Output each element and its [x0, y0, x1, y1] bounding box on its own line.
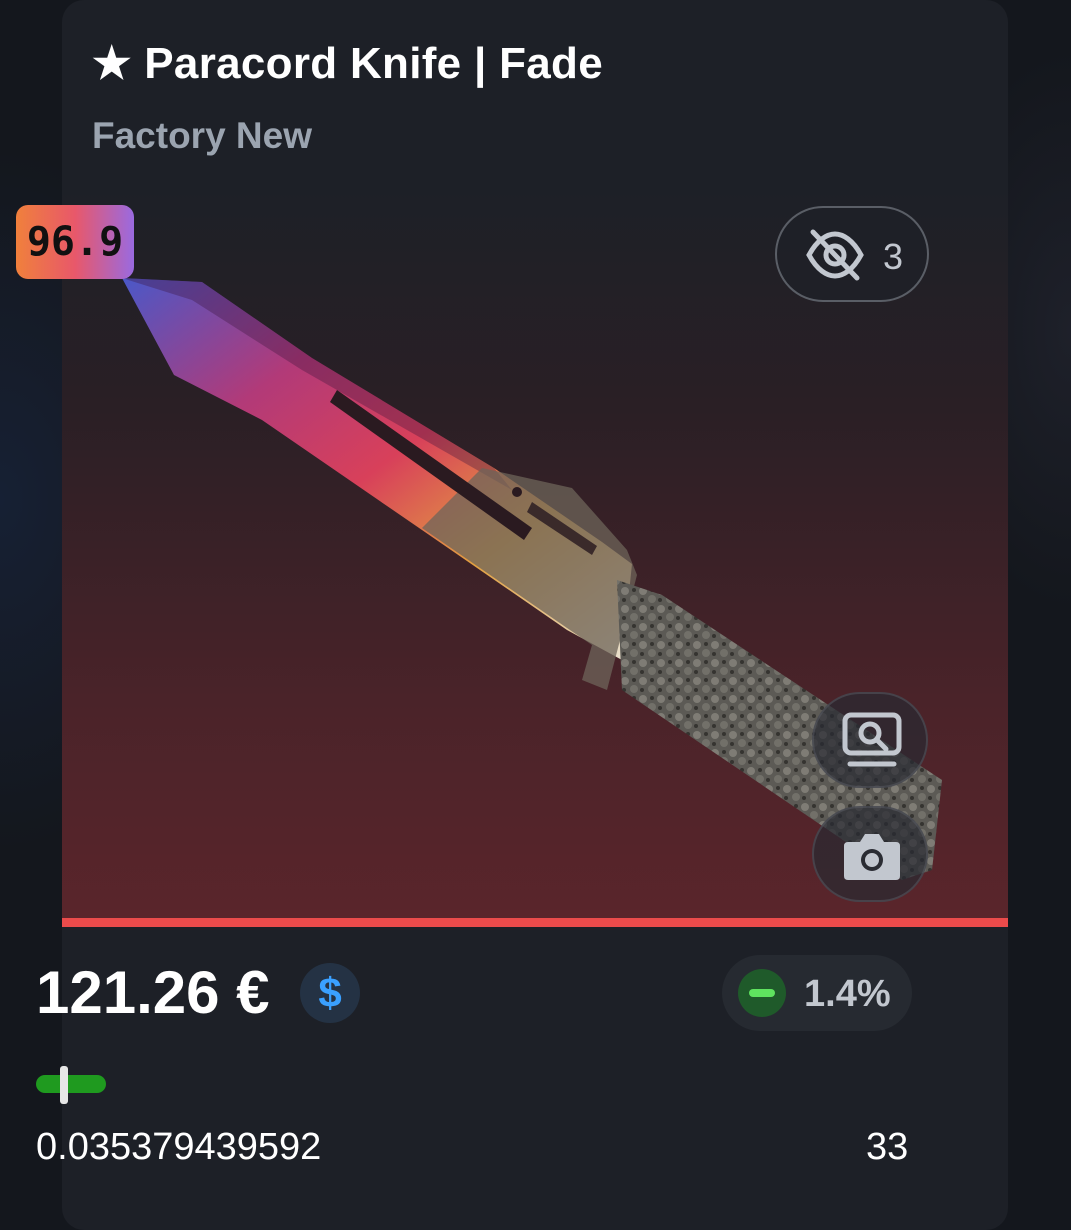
fade-percentage-badge: 96.9	[16, 205, 134, 279]
paint-seed: 33	[866, 1126, 909, 1168]
item-wear: Factory New	[92, 115, 313, 156]
rarity-bar	[62, 918, 1008, 927]
minus-icon	[738, 969, 786, 1017]
eye-slash-icon	[806, 229, 864, 281]
price-change-badge: 1.4%	[722, 955, 912, 1031]
screenshot-button[interactable]	[812, 806, 928, 902]
price-change-value: 1.4%	[804, 973, 891, 1015]
watchers-count: 3	[883, 236, 904, 277]
float-bar	[36, 1075, 106, 1093]
dollar-icon[interactable]: $	[300, 963, 360, 1023]
inspect-icon	[842, 712, 902, 767]
item-title: ★ Paracord Knife | Fade	[92, 39, 604, 88]
float-marker	[60, 1066, 68, 1104]
watchers-button[interactable]: 3	[775, 206, 929, 302]
camera-icon	[844, 834, 900, 880]
inspect-button[interactable]	[812, 692, 928, 788]
float-value: 0.035379439592	[36, 1126, 322, 1168]
item-price: 121.26 €	[36, 959, 270, 1026]
currency-symbol: $	[318, 969, 342, 1016]
item-card[interactable]: ★ Paracord Knife | Fade Factory New	[62, 0, 1008, 1230]
